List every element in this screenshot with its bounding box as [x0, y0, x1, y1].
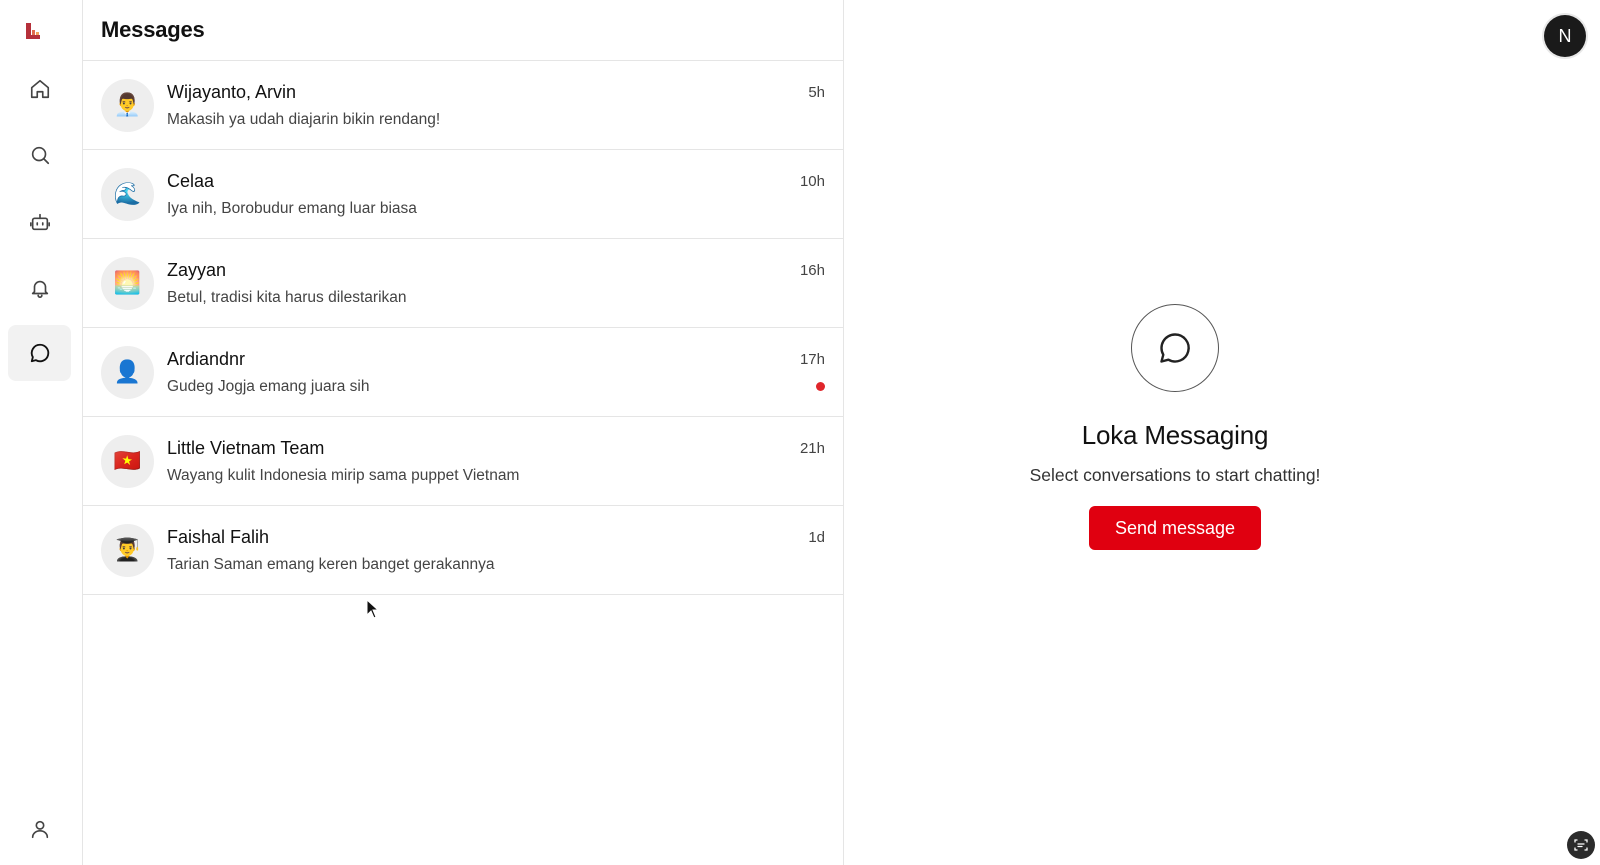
conversation-time: 10h	[799, 173, 825, 190]
empty-state-title: Loka Messaging	[1081, 420, 1269, 450]
chat-circle-icon	[1131, 304, 1219, 392]
conversation-time: 5h	[808, 84, 825, 101]
home-icon	[30, 79, 49, 99]
user-icon	[31, 820, 48, 839]
nav-notifications-button[interactable]	[8, 260, 71, 316]
conversation-name: Zayyan	[167, 260, 227, 280]
nav-profile-button[interactable]	[8, 801, 71, 857]
chat-bubble-icon	[1160, 333, 1190, 363]
avatar: 🇻🇳	[101, 435, 154, 488]
conversation-panel: N Loka Messaging Select conversations to…	[844, 0, 1600, 865]
user-avatar-button[interactable]: N	[1544, 15, 1586, 57]
chat-bubble-icon	[30, 343, 49, 363]
conversation-time: 1d	[808, 529, 825, 546]
loka-logo-icon[interactable]	[22, 20, 44, 42]
conversation-row[interactable]: 🌅 Zayyan Betul, tradisi kita harus diles…	[83, 239, 843, 328]
send-message-button[interactable]: Send message	[1088, 506, 1262, 550]
conversation-time: 16h	[799, 262, 825, 279]
conversation-row[interactable]: 👨‍💼 Wijayanto, Arvin Makasih ya udah dia…	[83, 61, 843, 150]
bot-icon	[29, 213, 50, 231]
conversation-name: Wijayanto, Arvin	[167, 82, 297, 102]
avatar: 👨‍💼	[101, 79, 154, 132]
conversation-row[interactable]: 👤 Ardiandnr Gudeg Jogja emang juara sih …	[83, 328, 843, 417]
nav-messages-button[interactable]	[8, 325, 71, 381]
avatar: 👤	[101, 346, 154, 399]
search-icon	[31, 146, 49, 165]
mouse-cursor-icon	[366, 599, 380, 619]
avatar: 🌊	[101, 168, 154, 221]
conversation-preview: Makasih ya udah diajarin bikin rendang!	[167, 111, 441, 128]
nav-home-button[interactable]	[8, 61, 71, 117]
conversation-time: 21h	[799, 440, 825, 457]
conversation-preview: Iya nih, Borobudur emang luar biasa	[167, 200, 417, 217]
conversation-preview: Tarian Saman emang keren banget gerakann…	[167, 556, 495, 573]
page-title: Messages	[101, 17, 205, 42]
conversation-row[interactable]: 👨‍🎓 Faishal Falih Tarian Saman emang ker…	[83, 506, 843, 595]
nav-rail	[0, 0, 83, 865]
conversation-preview: Wayang kulit Indonesia mirip sama puppet…	[167, 467, 520, 484]
empty-state: Loka Messaging Select conversations to s…	[844, 304, 1506, 550]
conversation-row[interactable]: 🌊 Celaa Iya nih, Borobudur emang luar bi…	[83, 150, 843, 239]
nav-search-button[interactable]	[8, 127, 71, 183]
scan-text-icon	[1574, 839, 1588, 851]
conversation-preview: Gudeg Jogja emang juara sih	[167, 378, 370, 395]
conversation-name: Celaa	[167, 171, 215, 191]
avatar: 👨‍🎓	[101, 524, 154, 577]
empty-state-subtitle: Select conversations to start chatting!	[1029, 465, 1321, 485]
conversation-preview: Betul, tradisi kita harus dilestarikan	[167, 289, 407, 306]
conversation-name: Faishal Falih	[167, 527, 270, 547]
unread-indicator	[816, 382, 825, 391]
messages-header: Messages	[83, 0, 843, 61]
conversation-row[interactable]: 🇻🇳 Little Vietnam Team Wayang kulit Indo…	[83, 417, 843, 506]
conversation-name: Ardiandnr	[167, 349, 246, 369]
nav-bot-button[interactable]	[8, 194, 71, 250]
messages-list: Messages 👨‍💼 Wijayanto, Arvin Makasih ya…	[83, 0, 844, 865]
conversation-time: 17h	[799, 351, 825, 368]
floating-tool-button[interactable]	[1567, 831, 1595, 859]
avatar: 🌅	[101, 257, 154, 310]
conversation-name: Little Vietnam Team	[167, 438, 325, 458]
bell-icon	[31, 280, 48, 298]
